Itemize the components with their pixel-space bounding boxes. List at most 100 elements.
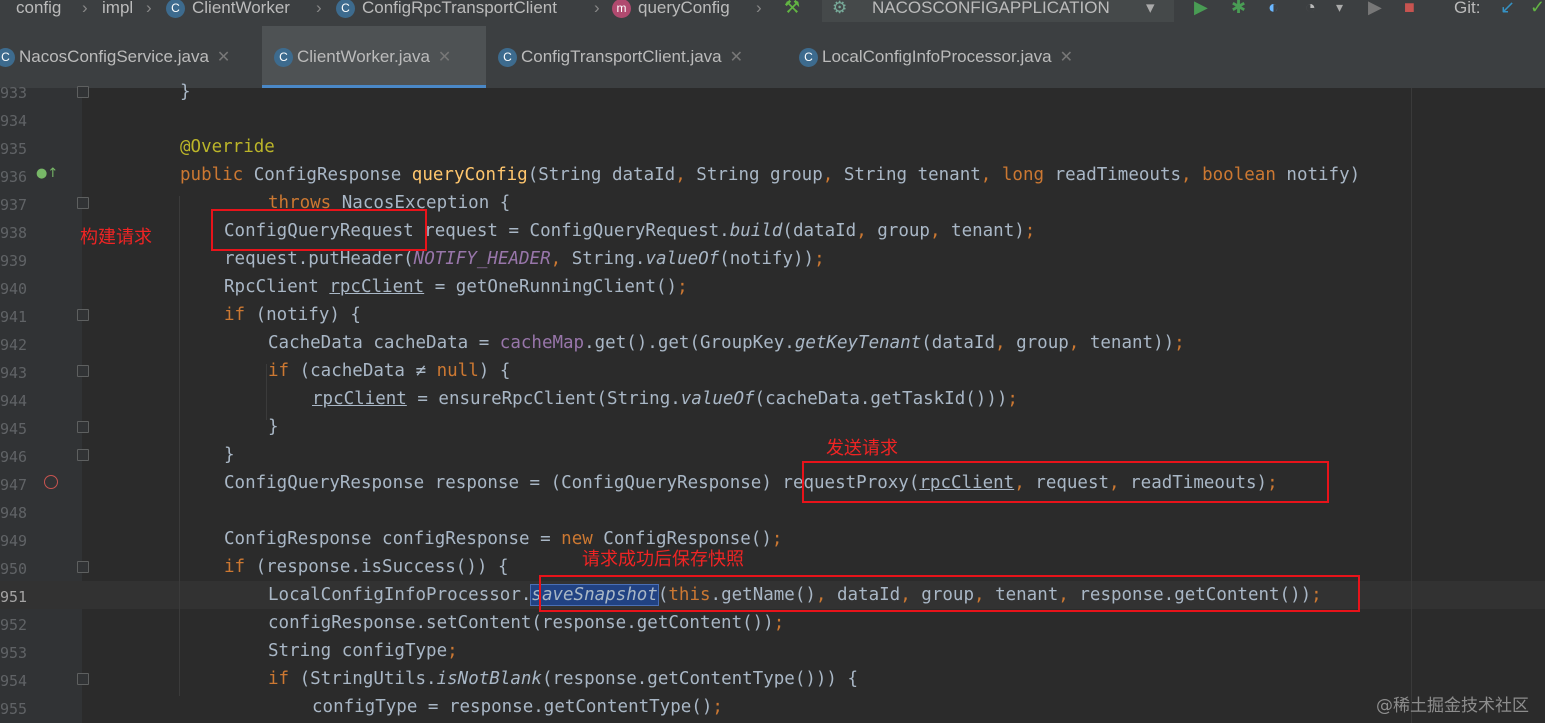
breadcrumb-impl[interactable]: impl	[102, 0, 133, 22]
close-icon[interactable]: ✕	[438, 49, 451, 66]
fold-icon[interactable]	[77, 197, 89, 209]
fold-icon[interactable]	[77, 365, 89, 377]
breadcrumb-transport-client[interactable]: C ConfigRpcTransportClient	[336, 0, 557, 22]
fold-icon[interactable]	[77, 421, 89, 433]
tab-label: LocalConfigInfoProcessor.java	[822, 47, 1052, 66]
fold-icon[interactable]	[77, 309, 89, 321]
tab-nacos-config-service[interactable]: C NacosConfigService.java ✕	[0, 26, 230, 88]
line-number: 945	[0, 420, 28, 438]
code-line: if (cacheData ≠ null) {	[268, 361, 511, 381]
run-disabled-icon[interactable]: ▶	[1368, 0, 1382, 18]
code-line: @Override	[180, 137, 275, 157]
coverage-icon[interactable]: ◐	[1268, 0, 1279, 18]
class-icon: C	[0, 48, 15, 68]
class-icon: C	[166, 0, 185, 19]
git-label: Git:	[1454, 0, 1481, 17]
code-line: String configType;	[268, 641, 458, 661]
run-configuration-selector[interactable]: ⚙ NACOSCONFIGAPPLICATION ▾	[822, 0, 1174, 22]
close-icon[interactable]: ✕	[1060, 49, 1073, 66]
annotation-send-request: 发送请求	[826, 438, 898, 459]
breadcrumb-clientworker[interactable]: C ClientWorker	[166, 0, 290, 22]
line-number: 937	[0, 196, 28, 214]
run-config-label: NACOSCONFIGAPPLICATION	[872, 0, 1110, 17]
code-line: configResponse.setContent(response.getCo…	[268, 613, 785, 633]
fold-icon[interactable]	[77, 673, 89, 685]
line-number: 935	[0, 140, 28, 158]
breadcrumb-label: queryConfig	[638, 0, 730, 17]
debug-icon[interactable]: ✱	[1231, 0, 1246, 18]
breakpoint-icon[interactable]	[44, 475, 58, 489]
line-number: 944	[0, 392, 28, 410]
tab-label: ClientWorker.java	[297, 47, 430, 66]
run-icon[interactable]: ▶	[1194, 0, 1208, 18]
highlight-box-send-request	[802, 461, 1329, 503]
breadcrumb-separator: ›	[756, 0, 762, 17]
line-number: 946	[0, 448, 28, 466]
git-commit-icon[interactable]: ✓	[1530, 0, 1545, 18]
line-number: 936	[0, 168, 28, 186]
fold-icon[interactable]	[77, 86, 89, 98]
line-number-current: 951	[0, 588, 28, 606]
chevron-down-icon[interactable]: ▾	[1336, 0, 1343, 18]
breadcrumb-label: ClientWorker	[192, 0, 290, 17]
breadcrumb-queryconfig[interactable]: m queryConfig	[612, 0, 730, 22]
line-number: 954	[0, 672, 28, 690]
class-icon: C	[799, 48, 818, 68]
indent-guide	[179, 196, 180, 696]
indent-guide	[266, 364, 267, 420]
tab-local-config-info-processor[interactable]: C LocalConfigInfoProcessor.java ✕	[799, 26, 1073, 88]
line-number: 952	[0, 616, 28, 634]
navigation-toolbar: config › impl › C ClientWorker › C ConfigR…	[0, 0, 1545, 26]
code-line: if (notify) {	[224, 305, 361, 325]
code-line: RpcClient rpcClient = getOneRunningClien…	[224, 277, 688, 297]
chevron-down-icon: ▾	[1146, 0, 1155, 17]
line-number: 948	[0, 504, 28, 522]
tab-label: NacosConfigService.java	[19, 47, 209, 66]
code-line: }	[268, 417, 279, 437]
watermark: @稀土掘金技术社区	[1376, 696, 1529, 716]
code-line: public ConfigResponse queryConfig(String…	[180, 165, 1361, 185]
line-number: 942	[0, 336, 28, 354]
tab-client-worker[interactable]: C ClientWorker.java ✕	[262, 26, 486, 88]
line-number: 947	[0, 476, 28, 494]
class-icon: C	[498, 48, 517, 68]
close-icon[interactable]: ✕	[730, 49, 743, 66]
line-number: 941	[0, 308, 28, 326]
breadcrumb-separator: ›	[316, 0, 322, 17]
close-icon[interactable]: ✕	[217, 49, 230, 66]
line-number: 934	[0, 112, 28, 130]
git-update-icon[interactable]: ↙	[1500, 0, 1515, 18]
breadcrumb-separator: ›	[82, 0, 88, 17]
stop-icon[interactable]: ■	[1404, 0, 1415, 18]
override-method-icon[interactable]: ●↑	[36, 166, 58, 181]
line-number: 949	[0, 532, 28, 550]
breadcrumb-separator: ›	[146, 0, 152, 17]
editor-tab-bar: C NacosConfigService.java ✕ C ClientWorker.…	[0, 26, 1545, 89]
highlight-box-save-snapshot	[539, 575, 1360, 612]
tab-label: ConfigTransportClient.java	[521, 47, 722, 66]
fold-icon[interactable]	[77, 449, 89, 461]
code-line: if (response.isSuccess()) {	[224, 557, 509, 577]
breadcrumb-label: ConfigRpcTransportClient	[362, 0, 557, 17]
class-icon: C	[274, 48, 293, 68]
line-number: 940	[0, 280, 28, 298]
code-line: }	[224, 445, 235, 465]
code-line: rpcClient = ensureRpcClient(String.value…	[312, 389, 1018, 409]
line-number: 943	[0, 364, 28, 382]
code-line: configType = response.getContentType();	[312, 697, 723, 717]
tab-config-transport-client[interactable]: C ConfigTransportClient.java ✕	[498, 26, 743, 88]
code-line: if (StringUtils.isNotBlank(response.getC…	[268, 669, 859, 689]
profile-icon[interactable]: ◔	[1305, 0, 1316, 18]
breadcrumb-config[interactable]: config	[16, 0, 61, 22]
line-number: 953	[0, 644, 28, 662]
line-number: 950	[0, 560, 28, 578]
highlight-box-build-request	[211, 209, 427, 251]
code-line: CacheData cacheData = cacheMap.get().get…	[268, 333, 1185, 353]
code-line: }	[180, 82, 191, 102]
method-icon: m	[612, 0, 631, 19]
build-hammer-icon[interactable]: ⚒	[784, 0, 800, 18]
annotation-save-snapshot: 请求成功后保存快照	[582, 549, 744, 570]
class-icon: C	[336, 0, 355, 19]
annotation-build-request: 构建请求	[80, 227, 152, 248]
fold-icon[interactable]	[77, 561, 89, 573]
